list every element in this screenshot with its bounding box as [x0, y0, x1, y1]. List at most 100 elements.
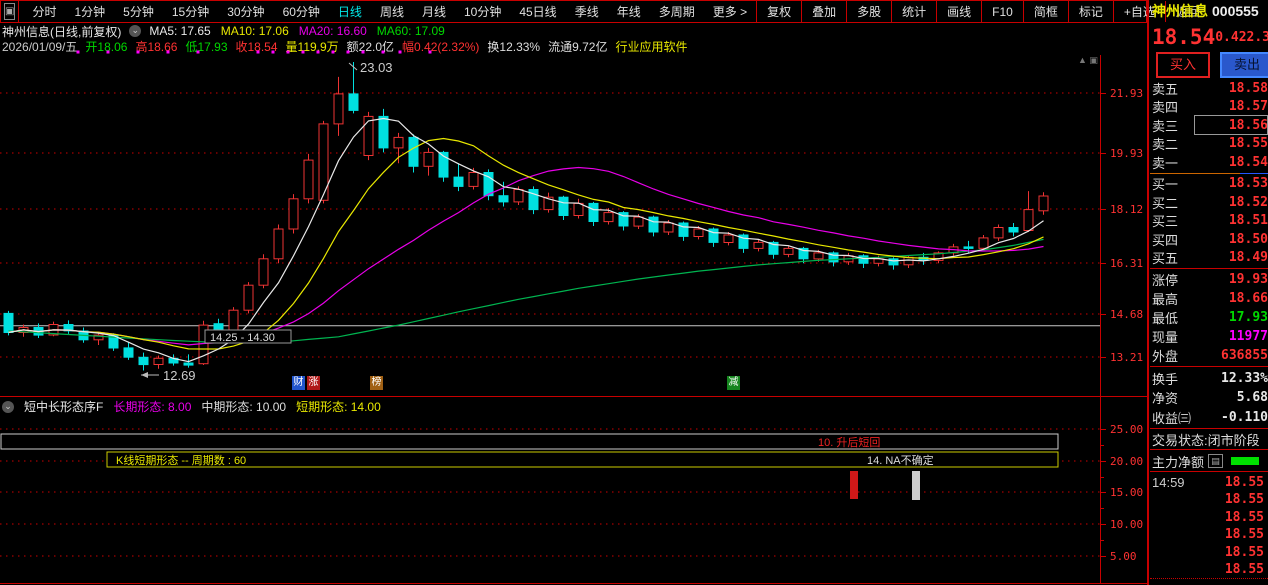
indicator-axis-label: 20.00	[1110, 455, 1144, 468]
tick-row: 18.55	[1152, 561, 1268, 579]
list-icon[interactable]: ▤	[1208, 454, 1224, 468]
tab-分时[interactable]: 分时	[23, 3, 65, 20]
indicator-field: 短期形态: 14.00	[296, 400, 381, 414]
quote-panel: 神州信息 000555 18.54 0.42 2.32% 买入 卖出 卖五 18.…	[1150, 0, 1268, 585]
indicator-values: 长期形态: 8.00 中期形态: 10.00 短期形态: 14.00	[113, 398, 390, 415]
stat-value: 19.93	[1228, 271, 1268, 287]
order-book-row-卖二[interactable]: 卖二 18.55	[1152, 135, 1268, 153]
last-price-row: 18.54 0.42 2.32%	[1152, 25, 1268, 49]
chart-corner-icons[interactable]: ▲ ▣	[1078, 55, 1098, 66]
stat-row-现量: 现量 11977	[1152, 328, 1268, 346]
svg-text:10. 升后短回: 10. 升后短回	[818, 435, 880, 449]
stat-label: 涨停	[1152, 272, 1179, 288]
tab-更多 >[interactable]: 更多 >	[704, 3, 756, 20]
axis-label: 13.21	[1110, 351, 1144, 364]
order-book-row-买一[interactable]: 买一 18.53	[1152, 174, 1268, 192]
tick-price: 18.55	[1224, 544, 1264, 560]
indicator-collapse-icon[interactable]: ⌄	[2, 400, 14, 413]
tab-周线[interactable]: 周线	[371, 3, 413, 20]
ma-value: MA5: 17.65	[149, 24, 211, 38]
tab-30分钟[interactable]: 30分钟	[218, 3, 273, 20]
tab-10分钟[interactable]: 10分钟	[455, 3, 510, 20]
axis-label: 19.93	[1110, 147, 1144, 160]
toolbar-button-F10[interactable]: F10	[981, 1, 1023, 22]
tab-15分钟[interactable]: 15分钟	[163, 3, 218, 20]
toolbar-button-画线[interactable]: 画线	[936, 1, 981, 22]
stock-code: 000555	[1212, 3, 1259, 19]
indicator-chart[interactable]: 10. 升后短回 K线短期形态 -- 周期数 : 60 14. NA不确定	[0, 416, 1100, 583]
ma-value: MA60: 17.09	[376, 24, 445, 38]
axis-label: 16.31	[1110, 257, 1144, 270]
order-book-label: 买三	[1152, 214, 1179, 230]
event-marker-榜[interactable]: 榜	[370, 376, 383, 390]
tab-5分钟[interactable]: 5分钟	[114, 3, 163, 20]
stat-row-净资: 净资 5.68	[1152, 389, 1268, 407]
stat-value: -0.110	[1221, 409, 1268, 425]
order-book-row-卖四[interactable]: 卖四 18.57	[1152, 98, 1268, 116]
period-tabs: 分时 1分钟 5分钟 15分钟 30分钟 60分钟 日线 周线 月线 10分钟 45日线 季线 年线 多周…	[18, 1, 756, 22]
sell-button[interactable]: 卖出	[1220, 52, 1268, 78]
tab-年线[interactable]: 年线	[608, 3, 650, 20]
stat-row-最低: 最低 17.93	[1152, 308, 1268, 326]
stat-value: 11977	[1228, 329, 1268, 345]
order-book-label: 卖一	[1152, 155, 1179, 171]
tick-price: 18.55	[1224, 509, 1264, 525]
stat-label: 最高	[1152, 291, 1179, 307]
price-change-pct: 2.32%	[1246, 29, 1268, 45]
candlestick-chart[interactable]: 23.03 12.69 14.25 - 14.30	[0, 46, 1100, 396]
toolbar-button-统计[interactable]: 统计	[891, 1, 936, 22]
indicator-field: 中期形态: 10.00	[201, 400, 287, 414]
tab-60分钟[interactable]: 60分钟	[274, 3, 329, 20]
indicator-field: 长期形态: 8.00	[113, 400, 192, 414]
selected-price-box	[1194, 115, 1268, 136]
order-book-price: 18.58	[1228, 80, 1268, 96]
event-marker-财[interactable]: 财	[292, 376, 305, 390]
order-book-row-买二[interactable]: 买二 18.52	[1152, 193, 1268, 211]
tab-季线[interactable]: 季线	[566, 3, 608, 20]
toolbar-button-简框[interactable]: 简框	[1022, 1, 1068, 22]
stock-title[interactable]: 神州信息 000555	[1152, 2, 1268, 20]
indicator-header: ⌄ 短中长形态序F 长期形态: 8.00 中期形态: 10.00 短期形态: 14.…	[2, 399, 401, 414]
trading-app-window: ▣ 分时 1分钟 5分钟 15分钟 30分钟 60分钟 日线 周线 月线 10分钟 45日线 季线 年线…	[0, 0, 1268, 585]
order-book-price: 18.55	[1228, 136, 1268, 152]
toolbar-button-标记[interactable]: 标记	[1067, 1, 1113, 22]
event-marker-涨[interactable]: 涨	[307, 376, 320, 390]
main-flow-label: 主力净额	[1152, 454, 1205, 470]
tick-list-border	[1150, 578, 1268, 579]
stat-row-收益㈢: 收益㈢ -0.110	[1152, 408, 1268, 426]
stat-row-换手: 换手 12.33%	[1152, 369, 1268, 387]
indicator-name[interactable]: 短中长形态序F	[24, 398, 103, 415]
event-marker-减[interactable]: 减	[727, 376, 740, 390]
stat-value: 636855	[1221, 348, 1268, 364]
quote-panel-border	[1147, 0, 1149, 585]
order-book-row-买三[interactable]: 买三 18.51	[1152, 212, 1268, 230]
tab-月线[interactable]: 月线	[413, 3, 455, 20]
toolbar-button-多股[interactable]: 多股	[846, 1, 891, 22]
tab-日线[interactable]: 日线	[329, 3, 371, 20]
order-book-row-买五[interactable]: 买五 18.49	[1152, 249, 1268, 267]
order-book-row-买四[interactable]: 买四 18.50	[1152, 230, 1268, 248]
divider	[1150, 366, 1268, 367]
toolbar-button-叠加[interactable]: 叠加	[801, 1, 846, 22]
tab-1分钟[interactable]: 1分钟	[65, 3, 114, 20]
stat-value: 5.68	[1236, 390, 1268, 406]
stat-label: 现量	[1152, 330, 1179, 346]
window-split-icon[interactable]: ▣	[4, 3, 16, 20]
order-book-row-卖一[interactable]: 卖一 18.54	[1152, 153, 1268, 171]
tick-price: 18.55	[1224, 474, 1264, 490]
stat-value: 18.66	[1228, 290, 1268, 306]
stock-name: 神州信息	[1152, 3, 1208, 19]
order-book-price: 18.49	[1228, 250, 1268, 266]
collapse-icon[interactable]: ⌄	[129, 25, 142, 37]
main-flow-row[interactable]: 主力净额 ▤	[1152, 452, 1268, 470]
order-book-label: 买四	[1152, 232, 1179, 248]
tab-45日线[interactable]: 45日线	[510, 3, 565, 20]
stat-row-外盘: 外盘 636855	[1152, 347, 1268, 365]
buy-button[interactable]: 买入	[1156, 52, 1210, 78]
toolbar-button-复权[interactable]: 复权	[756, 1, 801, 22]
tab-多周期[interactable]: 多周期	[650, 3, 704, 20]
svg-text:14.25 - 14.30: 14.25 - 14.30	[210, 332, 275, 344]
indicator-axis-label: 25.00	[1110, 423, 1144, 436]
order-book-label: 买一	[1152, 176, 1179, 192]
order-book-row-卖五[interactable]: 卖五 18.58	[1152, 79, 1268, 97]
